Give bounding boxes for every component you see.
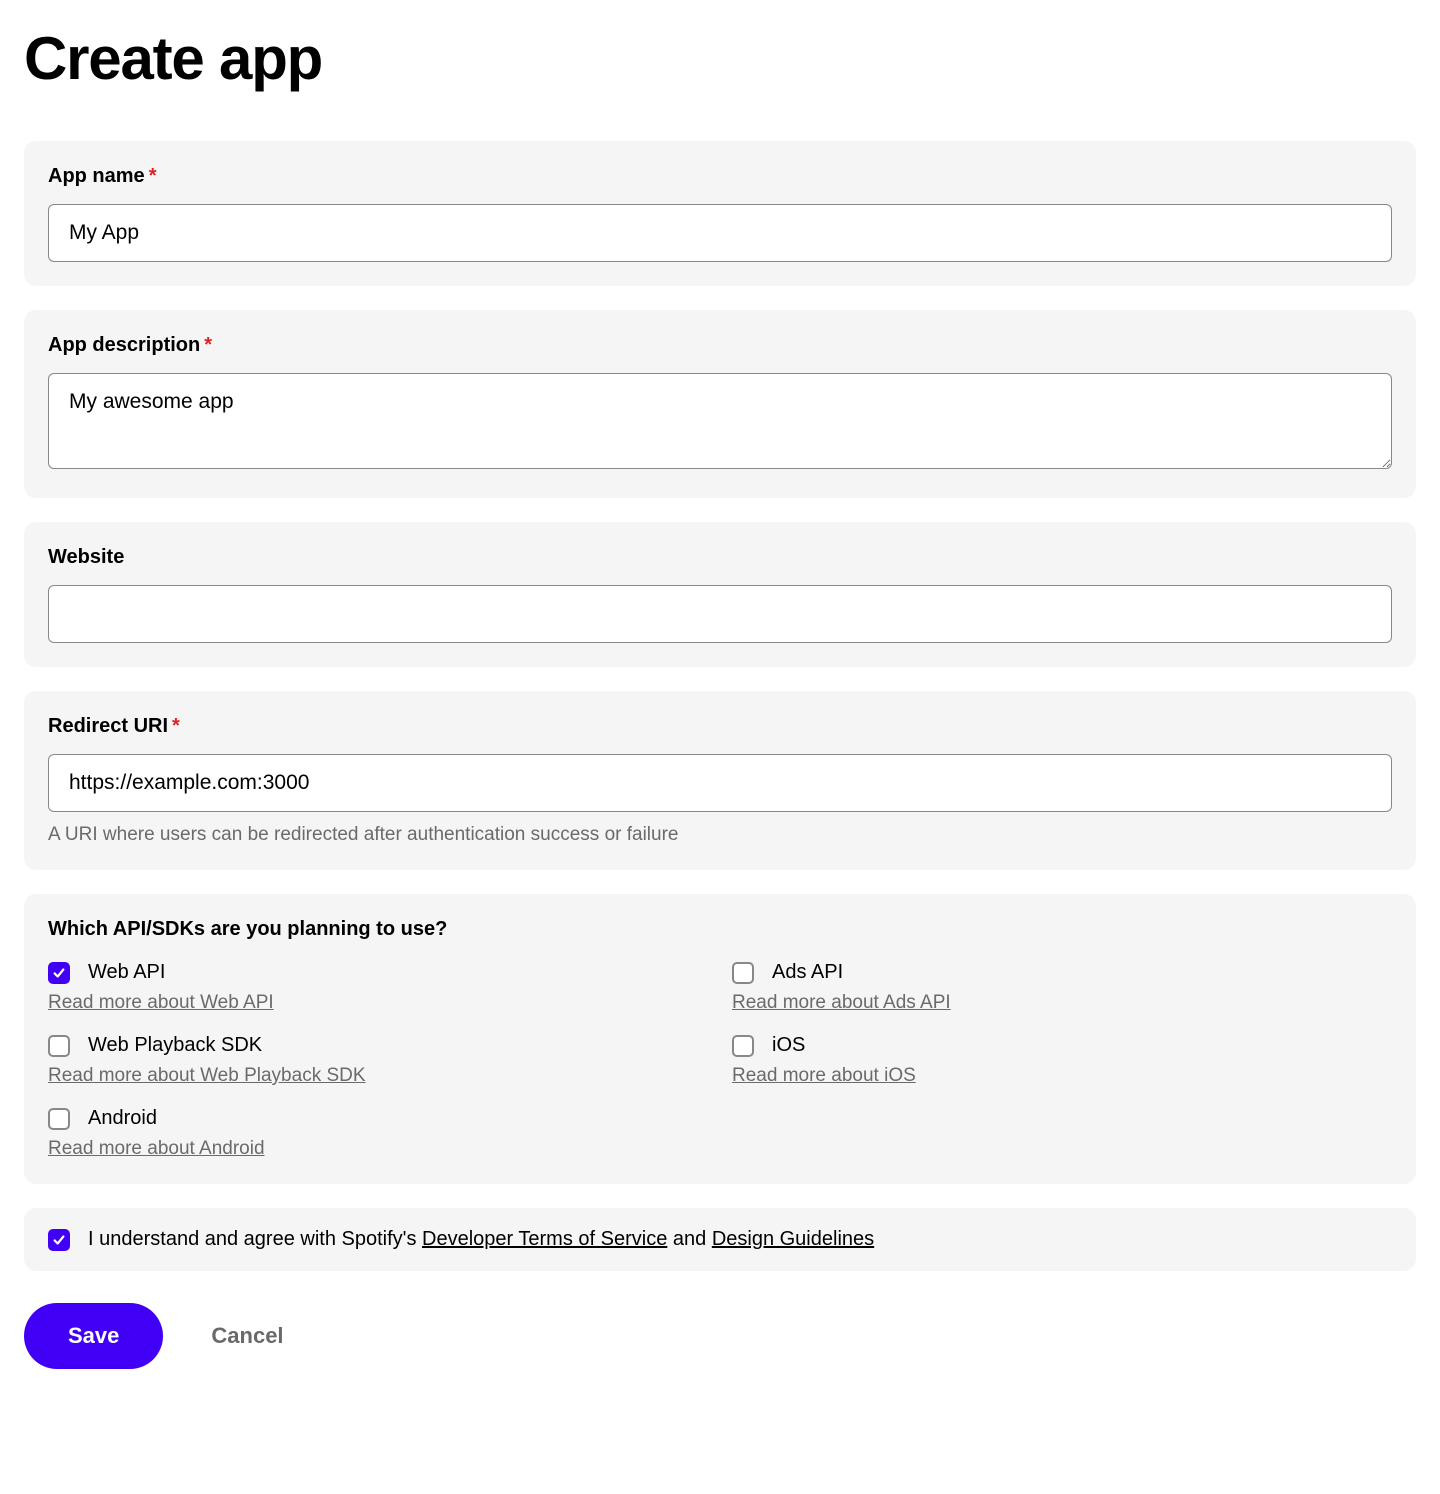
sdk-checkbox-row: Android: [48, 1107, 708, 1130]
read-more-web-playback-sdk[interactable]: Read more about Web Playback SDK: [48, 1065, 366, 1087]
checkbox-ads-api[interactable]: [732, 962, 754, 984]
app-description-label: App description*: [48, 334, 1392, 357]
redirect-uri-label-text: Redirect URI: [48, 715, 168, 737]
sdk-item-ads-api: Ads API Read more about Ads API: [732, 961, 1392, 1014]
sdk-label-ios: iOS: [772, 1034, 805, 1057]
required-asterisk: *: [149, 165, 157, 187]
read-more-android[interactable]: Read more about Android: [48, 1138, 265, 1160]
read-more-ads-api[interactable]: Read more about Ads API: [732, 992, 951, 1014]
checkbox-web-playback-sdk[interactable]: [48, 1035, 70, 1057]
save-button[interactable]: Save: [24, 1303, 163, 1369]
sdks-card: Which API/SDKs are you planning to use? …: [24, 894, 1416, 1184]
checkbox-agreement[interactable]: [48, 1229, 70, 1251]
sdk-item-web-playback-sdk: Web Playback SDK Read more about Web Pla…: [48, 1034, 708, 1087]
website-card: Website: [24, 522, 1416, 667]
read-more-ios[interactable]: Read more about iOS: [732, 1065, 916, 1087]
cancel-button[interactable]: Cancel: [211, 1323, 283, 1349]
check-icon: [52, 1233, 66, 1247]
design-guidelines-link[interactable]: Design Guidelines: [712, 1228, 874, 1250]
app-description-input[interactable]: My awesome app: [48, 373, 1392, 469]
required-asterisk: *: [204, 334, 212, 356]
sdk-item-android: Android Read more about Android: [48, 1107, 708, 1160]
sdk-checkbox-row: Web Playback SDK: [48, 1034, 708, 1057]
app-description-label-text: App description: [48, 334, 200, 356]
redirect-uri-helper: A URI where users can be redirected afte…: [48, 824, 1392, 846]
checkbox-web-api[interactable]: [48, 962, 70, 984]
agreement-connector: and: [667, 1228, 711, 1250]
redirect-uri-label: Redirect URI*: [48, 715, 1392, 738]
app-name-input[interactable]: [48, 204, 1392, 262]
sdks-question: Which API/SDKs are you planning to use?: [48, 918, 1392, 941]
page-title: Create app: [24, 24, 1416, 93]
sdk-checkbox-row: Ads API: [732, 961, 1392, 984]
agreement-card: I understand and agree with Spotify's De…: [24, 1208, 1416, 1271]
checkbox-ios[interactable]: [732, 1035, 754, 1057]
sdk-item-ios: iOS Read more about iOS: [732, 1034, 1392, 1087]
app-name-label: App name*: [48, 165, 1392, 188]
agreement-prefix: I understand and agree with Spotify's: [88, 1228, 422, 1250]
button-row: Save Cancel: [24, 1303, 1416, 1369]
sdk-checkbox-row: iOS: [732, 1034, 1392, 1057]
sdk-label-android: Android: [88, 1107, 157, 1130]
checkbox-android[interactable]: [48, 1108, 70, 1130]
website-input[interactable]: [48, 585, 1392, 643]
sdk-item-web-api: Web API Read more about Web API: [48, 961, 708, 1014]
redirect-uri-card: Redirect URI* A URI where users can be r…: [24, 691, 1416, 870]
sdk-label-web-api: Web API: [88, 961, 165, 984]
app-name-label-text: App name: [48, 165, 145, 187]
agreement-row: I understand and agree with Spotify's De…: [48, 1228, 1392, 1251]
sdk-label-ads-api: Ads API: [772, 961, 843, 984]
app-name-card: App name*: [24, 141, 1416, 286]
read-more-web-api[interactable]: Read more about Web API: [48, 992, 274, 1014]
redirect-uri-input[interactable]: [48, 754, 1392, 812]
sdk-checkbox-row: Web API: [48, 961, 708, 984]
agreement-text: I understand and agree with Spotify's De…: [88, 1228, 874, 1251]
required-asterisk: *: [172, 715, 180, 737]
website-label-text: Website: [48, 546, 124, 568]
app-description-card: App description* My awesome app: [24, 310, 1416, 498]
check-icon: [52, 966, 66, 980]
tos-link[interactable]: Developer Terms of Service: [422, 1228, 667, 1250]
website-label: Website: [48, 546, 1392, 569]
sdk-grid: Web API Read more about Web API Ads API …: [48, 961, 1392, 1160]
sdk-label-web-playback-sdk: Web Playback SDK: [88, 1034, 262, 1057]
